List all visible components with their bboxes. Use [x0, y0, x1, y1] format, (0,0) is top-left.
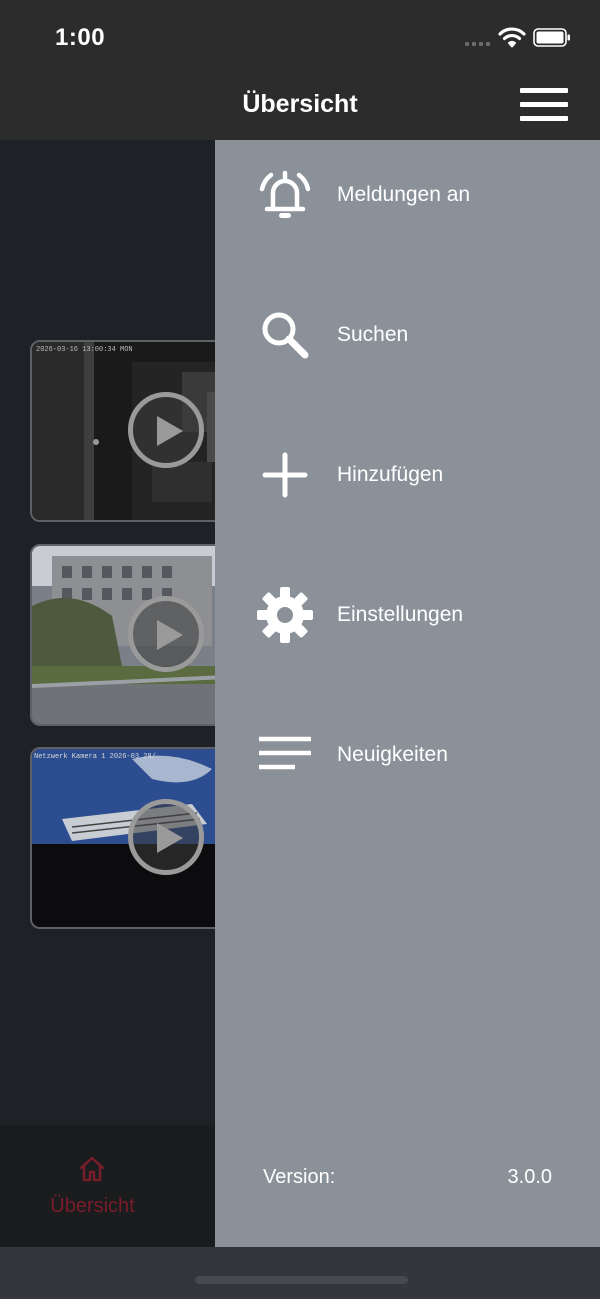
menu-item-search[interactable]: Suchen — [215, 280, 600, 390]
search-icon — [262, 312, 309, 359]
tab-overview[interactable]: Übersicht — [0, 1125, 185, 1247]
camera-timestamp: Netzwerk Kamera 1 2026-03 28/ — [34, 753, 156, 761]
camera-timestamp: 2026-03-16 13:00:34 MON — [36, 346, 133, 354]
news-lines-icon — [259, 736, 311, 770]
play-button[interactable] — [128, 799, 204, 875]
menu-item-label: Hinzufügen — [337, 463, 444, 486]
bottom-safe-area — [0, 1247, 600, 1299]
play-button[interactable] — [128, 596, 204, 672]
tab-label: Übersicht — [50, 1195, 135, 1217]
play-button[interactable] — [128, 392, 204, 468]
camera-thumbnail-1[interactable]: 2026-03-16 13:00:34 MON — [30, 340, 215, 522]
version-label: Version: — [263, 1166, 336, 1188]
battery-icon — [533, 28, 570, 47]
page-title: Übersicht — [242, 90, 358, 118]
camera-list: 2026-03-16 13:00:34 MON Netzwerk Kamera … — [0, 140, 215, 1125]
menu-item-label: Neuigkeiten — [337, 743, 448, 766]
wifi-icon — [498, 27, 526, 48]
camera-thumbnail-2[interactable] — [30, 544, 215, 726]
menu-item-notifications[interactable]: Meldungen an — [215, 140, 600, 250]
menu-item-label: Suchen — [337, 323, 409, 346]
hamburger-icon[interactable] — [520, 88, 570, 122]
cellular-signal-icon — [465, 42, 493, 48]
play-icon — [157, 416, 183, 446]
home-indicator — [195, 1276, 408, 1284]
gear-icon — [257, 587, 313, 643]
version-value: 3.0.0 — [507, 1166, 552, 1188]
camera-thumbnail-3[interactable]: Netzwerk Kamera 1 2026-03 28/ — [30, 747, 215, 929]
play-icon — [157, 823, 183, 853]
menu-item-label: Meldungen an — [337, 183, 471, 206]
menu-item-settings[interactable]: Einstellungen — [215, 560, 600, 670]
play-icon — [157, 620, 183, 650]
menu-item-news[interactable]: Neuigkeiten — [215, 700, 600, 810]
menu-item-label: Einstellungen — [337, 603, 464, 626]
side-drawer: Meldungen an Suchen Hinzufügen Einstellu… — [215, 140, 600, 1247]
home-icon — [79, 1156, 105, 1182]
status-time: 1:00 — [55, 24, 106, 51]
plus-icon — [262, 452, 308, 498]
status-bar: 1:00 — [0, 0, 600, 70]
navigation-bar: Übersicht — [0, 70, 600, 140]
tab-bar: Übersicht — [0, 1125, 215, 1247]
menu-item-add[interactable]: Hinzufügen — [215, 420, 600, 530]
alarm-bell-icon — [259, 170, 311, 218]
